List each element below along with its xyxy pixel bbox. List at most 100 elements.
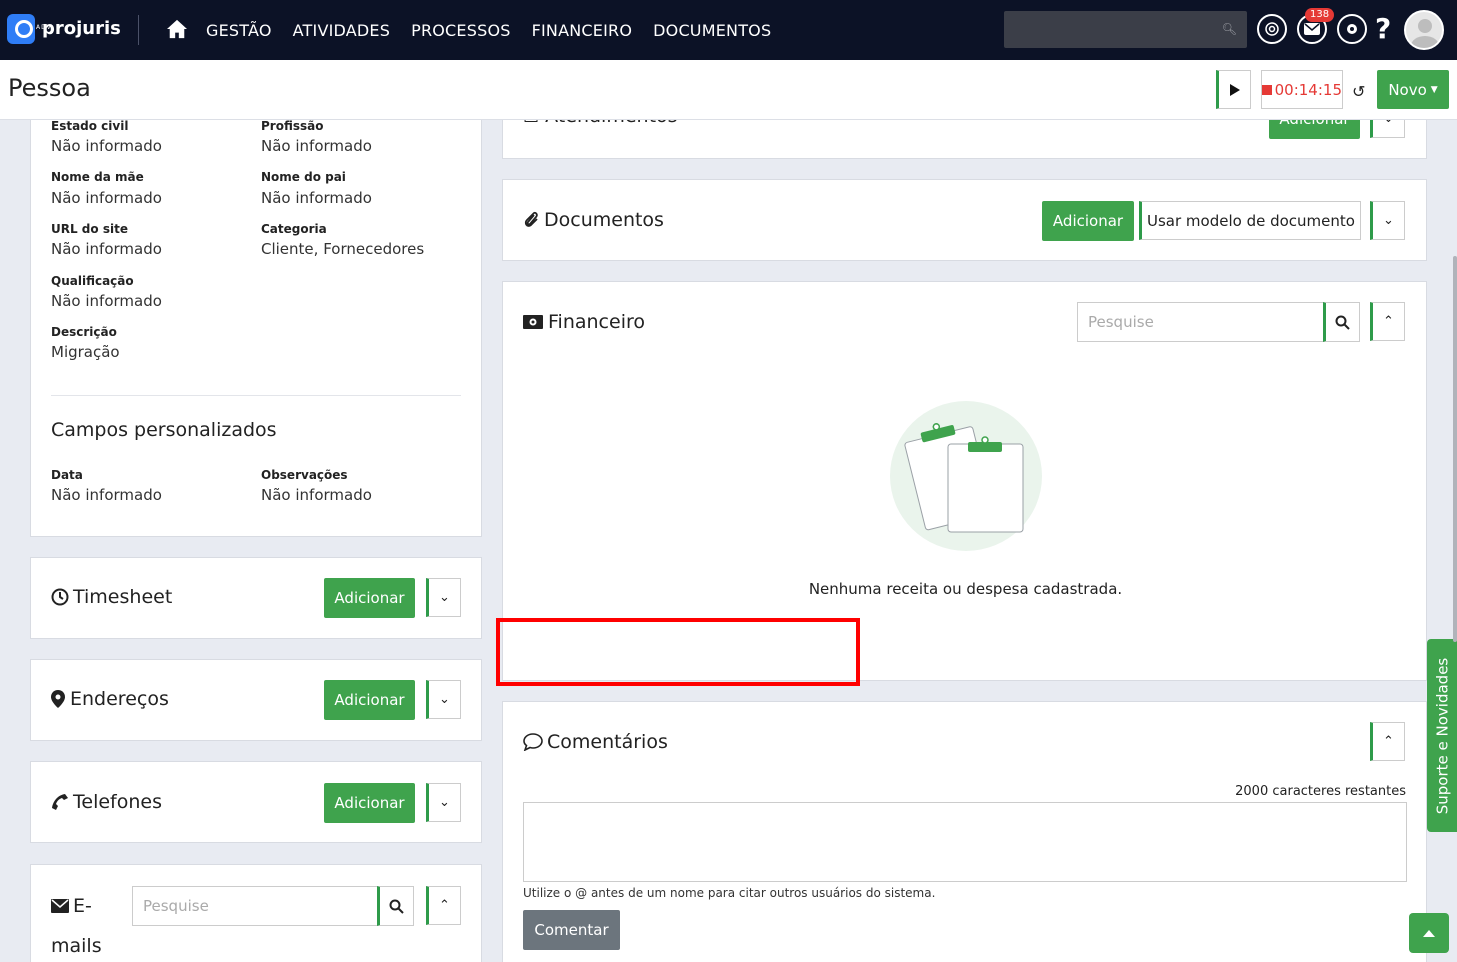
nav-divider: [138, 15, 139, 45]
nav-atividades[interactable]: ATIVIDADES: [293, 21, 390, 40]
telefones-add-button[interactable]: Adicionar: [324, 783, 415, 823]
documentos-expand-button[interactable]: ⌄: [1370, 201, 1405, 240]
global-search-input[interactable]: 🔍︎: [1004, 11, 1247, 48]
stop-icon: [1262, 84, 1272, 95]
financeiro-search-input[interactable]: Pesquise: [1077, 302, 1325, 342]
novo-label: Novo: [1388, 80, 1427, 99]
enderecos-add-button[interactable]: Adicionar: [324, 680, 415, 720]
home-icon[interactable]: [166, 19, 188, 39]
documentos-title: Documentos: [523, 209, 664, 231]
chevron-down-icon: ⌄: [439, 795, 450, 810]
paperclip-icon: [524, 211, 538, 227]
field-label: Categoria: [261, 222, 327, 236]
logo-text: projuris: [42, 18, 121, 39]
field-value: Não informado: [261, 189, 372, 207]
user-avatar[interactable]: [1404, 10, 1444, 50]
documentos-title-text: Documentos: [544, 209, 664, 231]
clock-icon: [51, 588, 69, 606]
field-value: Não informado: [51, 240, 162, 258]
reset-icon[interactable]: ↺: [1352, 82, 1365, 101]
emails-search-input[interactable]: Pesquise: [132, 886, 378, 926]
enderecos-title-text: Endereços: [70, 688, 169, 710]
field-value: Não informado: [51, 292, 162, 310]
phone-icon: [52, 794, 68, 810]
enderecos-card: Endereços Adicionar ⌄: [30, 659, 482, 741]
financeiro-collapse-button[interactable]: ⌃: [1370, 302, 1405, 341]
field-label: Data: [51, 468, 83, 482]
timesheet-title: Timesheet: [51, 586, 172, 608]
caret-down-icon: ▼: [1430, 84, 1438, 95]
field-label: Nome da mãe: [51, 170, 144, 184]
financeiro-title: Financeiro: [523, 311, 645, 333]
emails-title: E-: [51, 895, 92, 917]
field-value: Não informado: [51, 189, 162, 207]
field-label: Descrição: [51, 325, 117, 339]
gear-icon[interactable]: [1337, 14, 1367, 44]
ai-assistant-icon[interactable]: [1257, 14, 1287, 44]
comment-textarea[interactable]: [523, 802, 1407, 882]
nav-processos[interactable]: PROCESSOS: [411, 21, 511, 40]
chevron-down-icon: ⌄: [439, 692, 450, 707]
chevron-up-icon: ⌃: [1383, 734, 1394, 749]
financeiro-search-button[interactable]: [1323, 302, 1360, 342]
timesheet-card: Timesheet Adicionar ⌄: [30, 557, 482, 639]
use-document-template-button[interactable]: Usar modelo de documento: [1139, 201, 1361, 240]
comentarios-collapse-button[interactable]: ⌃: [1370, 722, 1405, 761]
search-icon: 🔍︎: [1221, 22, 1237, 36]
scroll-top-button[interactable]: [1409, 913, 1449, 953]
novo-button[interactable]: Novo ▼: [1377, 70, 1449, 109]
empty-clipboard-illustration: [890, 401, 1042, 551]
scrollbar-thumb[interactable]: [1453, 256, 1457, 642]
search-icon: [1335, 315, 1350, 330]
map-pin-icon: [51, 690, 65, 708]
timer-button[interactable]: 00:14:15: [1261, 70, 1343, 109]
nav-gestao[interactable]: GESTÃO: [206, 21, 272, 40]
emails-search-button[interactable]: [377, 886, 414, 926]
person-details-card: Estado civil Não informado Profissão Não…: [30, 100, 482, 537]
page-header: Pessoa 00:14:15 ↺ Novo ▼: [0, 60, 1457, 120]
field-value: Não informado: [51, 137, 162, 155]
logo-subtitle: ADV: [36, 24, 52, 31]
logo-icon: [7, 14, 35, 44]
custom-fields-title: Campos personalizados: [51, 419, 277, 441]
divider: [51, 395, 461, 396]
financeiro-empty-message: Nenhuma receita ou despesa cadastrada.: [808, 580, 1123, 598]
projuris-logo[interactable]: projuris: [7, 14, 121, 44]
comment-submit-button[interactable]: Comentar: [523, 910, 620, 950]
chevron-up-icon: ⌃: [439, 898, 450, 913]
field-value: Migração: [51, 343, 120, 361]
timesheet-add-button[interactable]: Adicionar: [324, 578, 415, 618]
notification-badge: 138: [1305, 8, 1335, 22]
support-news-label: Suporte e Novidades: [1433, 657, 1451, 814]
telefones-title: Telefones: [51, 791, 162, 813]
nav-documentos[interactable]: DOCUMENTOS: [653, 21, 771, 40]
play-icon: [1229, 83, 1240, 96]
nav-financeiro[interactable]: FINANCEIRO: [532, 21, 633, 40]
enderecos-expand-button[interactable]: ⌄: [426, 680, 461, 719]
comment-icon: [523, 733, 543, 751]
characters-remaining: 2000 caracteres restantes: [1235, 784, 1406, 799]
field-label: URL do site: [51, 222, 128, 236]
play-timer-button[interactable]: [1216, 70, 1251, 109]
emails-card: E- mails Pesquise ⌃: [30, 864, 482, 962]
emails-title-text: E-: [73, 895, 92, 917]
comment-hint: Utilize o @ antes de um nome para citar …: [523, 886, 936, 900]
field-value: Não informado: [261, 137, 372, 155]
financeiro-title-text: Financeiro: [548, 311, 645, 333]
timesheet-expand-button[interactable]: ⌄: [426, 578, 461, 617]
help-icon[interactable]: ?: [1375, 12, 1391, 45]
telefones-expand-button[interactable]: ⌄: [426, 783, 461, 822]
support-news-tab[interactable]: Suporte e Novidades: [1427, 639, 1457, 832]
main-menu: GESTÃO ATIVIDADES PROCESSOS FINANCEIRO D…: [206, 0, 792, 60]
comentarios-card: Comentários ⌃ 2000 caracteres restantes …: [502, 701, 1427, 962]
field-label: Profissão: [261, 119, 324, 133]
documentos-add-button[interactable]: Adicionar: [1042, 201, 1134, 241]
top-navbar: projuris ADV GESTÃO ATIVIDADES PROCESSOS…: [0, 0, 1457, 60]
emails-collapse-button[interactable]: ⌃: [426, 886, 461, 925]
field-value: Não informado: [51, 486, 162, 504]
money-icon: [523, 315, 543, 329]
caret-up-icon: [1423, 930, 1435, 937]
search-icon: [389, 899, 404, 914]
chevron-down-icon: ⌄: [1383, 213, 1394, 228]
field-label: Estado civil: [51, 119, 129, 133]
